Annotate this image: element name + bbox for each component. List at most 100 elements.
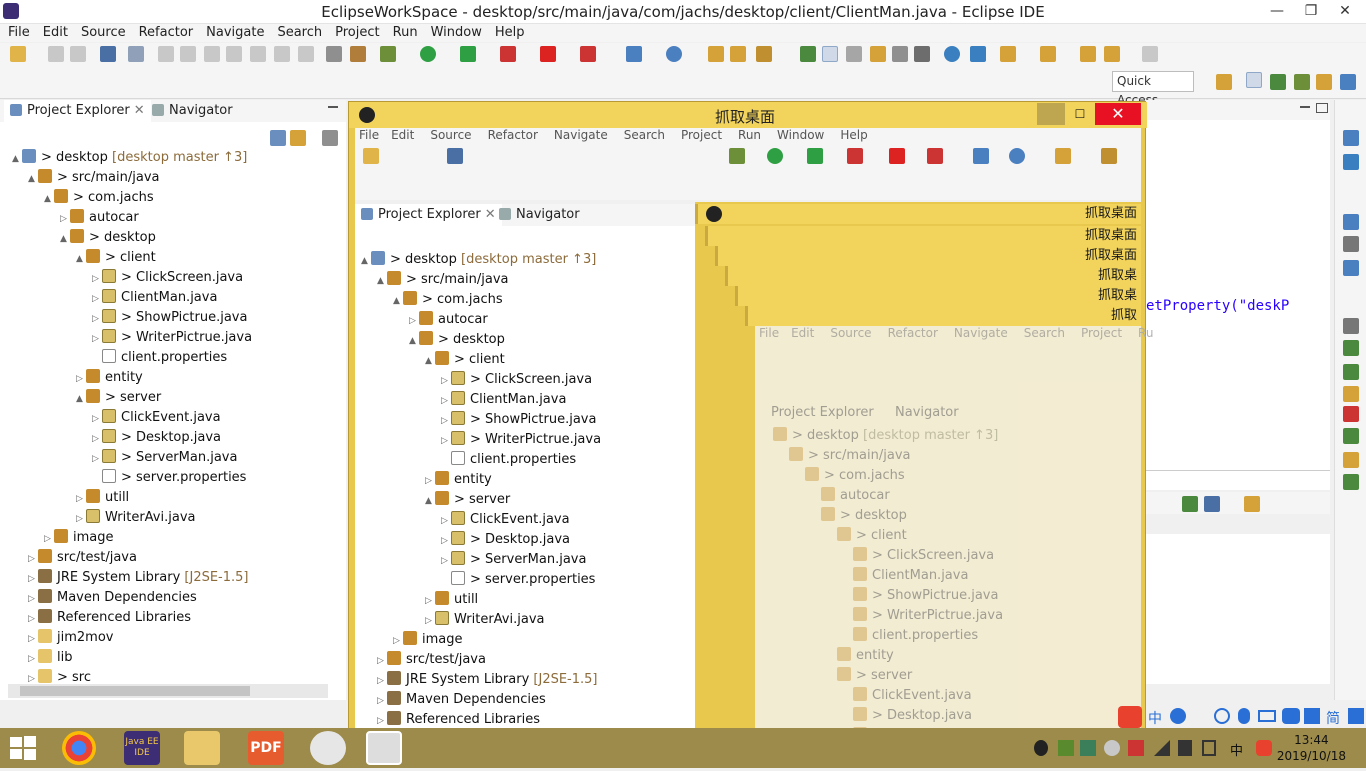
toggle-mark-occurrences-icon[interactable]	[822, 46, 838, 62]
tree-item[interactable]: > desktop	[811, 506, 907, 526]
tree-item[interactable]: > server.properties	[92, 468, 246, 488]
resume-icon[interactable]	[158, 46, 174, 62]
horizontal-scrollbar[interactable]	[8, 684, 328, 698]
menu-help[interactable]: Help	[487, 24, 530, 42]
expand-toggle-icon[interactable]: ▲	[12, 149, 22, 169]
capture-app-icon[interactable]	[310, 731, 346, 765]
back-icon[interactable]	[1104, 46, 1120, 62]
tree-item[interactable]: ▷ > ServerMan.java	[92, 448, 237, 468]
properties-icon[interactable]	[1343, 236, 1359, 252]
tree-item[interactable]: ▷ > ShowPictrue.java	[441, 410, 596, 430]
tree-item[interactable]: ▷ JRE System Library [J2SE-1.5]	[28, 568, 249, 588]
console-view-icon[interactable]	[1343, 318, 1359, 334]
java-perspective-icon[interactable]	[1340, 74, 1356, 90]
java-ee-perspective-icon[interactable]	[1246, 72, 1262, 88]
expand-toggle-icon[interactable]: ▷	[377, 651, 387, 671]
svn-perspective-icon[interactable]	[1316, 74, 1332, 90]
task-list-icon[interactable]	[1343, 154, 1359, 170]
step-over-icon[interactable]	[274, 46, 290, 62]
network-app-tray-icon[interactable]	[1080, 740, 1096, 756]
tree-item[interactable]: ▷ > Desktop.java	[92, 428, 221, 448]
junit-icon[interactable]	[1343, 406, 1359, 422]
menu-run[interactable]: Run	[385, 24, 423, 42]
expand-toggle-icon[interactable]: ▷	[76, 509, 86, 529]
open-type-icon[interactable]	[708, 46, 724, 62]
tree-item[interactable]: ▷ utill	[76, 488, 129, 508]
expand-toggle-icon[interactable]: ▷	[441, 531, 451, 551]
sogou-ime-icon[interactable]	[1118, 706, 1142, 728]
search-icon[interactable]	[756, 46, 772, 62]
close-icon[interactable]: ✕	[134, 103, 145, 118]
data-source-icon[interactable]	[1343, 428, 1359, 444]
git-staging-icon[interactable]	[1343, 364, 1359, 380]
menu-navigate[interactable]: Navigate	[198, 24, 269, 42]
expand-toggle-icon[interactable]: ▲	[409, 331, 419, 351]
tree-item[interactable]: ▷ Referenced Libraries	[28, 608, 191, 628]
tree-item[interactable]: ▷ Maven Dependencies	[28, 588, 197, 608]
menu-refactor[interactable]: Refactor	[131, 24, 199, 42]
toggle-ant-icon[interactable]	[800, 46, 816, 62]
tree-item[interactable]: ▲ > server	[425, 490, 510, 510]
next-annotation-icon[interactable]	[1000, 46, 1016, 62]
step-into-icon[interactable]	[250, 46, 266, 62]
tree-item[interactable]: ▷ ClickEvent.java	[92, 408, 221, 428]
prev-annotation-icon[interactable]	[1040, 46, 1056, 62]
external-tools-icon[interactable]	[500, 46, 516, 62]
pin-console-icon[interactable]	[1182, 496, 1198, 512]
tree-item[interactable]: entity	[827, 646, 894, 666]
tree-item[interactable]: ▲ > desktop	[409, 330, 505, 350]
expand-toggle-icon[interactable]: ▷	[441, 551, 451, 571]
file-explorer-icon[interactable]	[184, 731, 220, 765]
tree-item[interactable]: ▲ > desktop [desktop master ↑3]	[12, 148, 247, 168]
tree-item[interactable]: autocar	[811, 486, 890, 506]
tree-item[interactable]: ▷ src/test/java	[377, 650, 486, 670]
expand-toggle-icon[interactable]: ▲	[425, 351, 435, 371]
editor-hscroll[interactable]	[1146, 470, 1330, 490]
tree-item[interactable]: ▷ autocar	[409, 310, 488, 330]
expand-toggle-icon[interactable]: ▲	[393, 291, 403, 311]
toggle-breadcrumb-icon[interactable]	[846, 46, 862, 62]
tree-item[interactable]: ▷ image	[44, 528, 114, 548]
pin-editor-icon[interactable]	[970, 46, 986, 62]
expand-toggle-icon[interactable]: ▷	[409, 311, 419, 331]
expand-toggle-icon[interactable]: ▷	[441, 371, 451, 391]
ime-keyboard-icon[interactable]	[1258, 710, 1276, 722]
expand-toggle-icon[interactable]: ▷	[92, 269, 102, 289]
expand-toggle-icon[interactable]: ▲	[28, 169, 38, 189]
tree-item[interactable]: ▷ ClickEvent.java	[441, 510, 570, 530]
ime-moon-icon[interactable]	[1170, 708, 1186, 724]
expand-toggle-icon[interactable]: ▷	[441, 431, 451, 451]
security-tray-icon[interactable]	[1128, 740, 1144, 756]
close-button[interactable]: ✕	[1328, 0, 1362, 22]
update-tray-icon[interactable]	[1104, 740, 1120, 756]
expand-toggle-icon[interactable]: ▷	[425, 591, 435, 611]
show-whitespace-icon[interactable]	[914, 46, 930, 62]
expand-toggle-icon[interactable]: ▷	[441, 511, 451, 531]
run-icon[interactable]	[420, 46, 436, 62]
minimize-editor-icon[interactable]	[1300, 106, 1310, 108]
save-icon[interactable]	[48, 46, 64, 62]
expand-toggle-icon[interactable]: ▷	[76, 489, 86, 509]
new-java-project-icon[interactable]	[626, 46, 642, 62]
tree-item[interactable]: ▲ > com.jachs	[393, 290, 503, 310]
input-lang-indicator[interactable]: 中	[1230, 740, 1243, 759]
ime-user-icon[interactable]	[1282, 708, 1300, 724]
tree-item[interactable]: ▲ > desktop	[60, 228, 156, 248]
tree-item[interactable]: ▷ image	[393, 630, 463, 650]
tree-item[interactable]: ClickEvent.java	[843, 686, 972, 706]
tree-item[interactable]: ▲ > com.jachs	[44, 188, 154, 208]
tree-item[interactable]: ▷ entity	[76, 368, 143, 388]
tree-item[interactable]: ▷ autocar	[60, 208, 139, 228]
view-menu-icon[interactable]	[322, 130, 338, 146]
tree-item[interactable]: client.properties	[92, 348, 227, 368]
nvidia-tray-icon[interactable]	[1058, 740, 1074, 756]
capture-app-2-icon[interactable]	[366, 731, 402, 765]
tree-item[interactable]: client.properties	[843, 626, 978, 646]
editor-area[interactable]: etProperty("deskP	[1146, 120, 1330, 470]
tree-item[interactable]: > ShowPictrue.java	[843, 586, 998, 606]
expand-toggle-icon[interactable]: ▷	[441, 391, 451, 411]
capture-window-titlebar[interactable]: 抓取桌面 ☐ ✕	[349, 102, 1147, 128]
tree-item[interactable]: > ClickScreen.java	[843, 546, 994, 566]
scrollbar-thumb[interactable]	[20, 686, 250, 696]
expand-toggle-icon[interactable]: ▷	[44, 529, 54, 549]
